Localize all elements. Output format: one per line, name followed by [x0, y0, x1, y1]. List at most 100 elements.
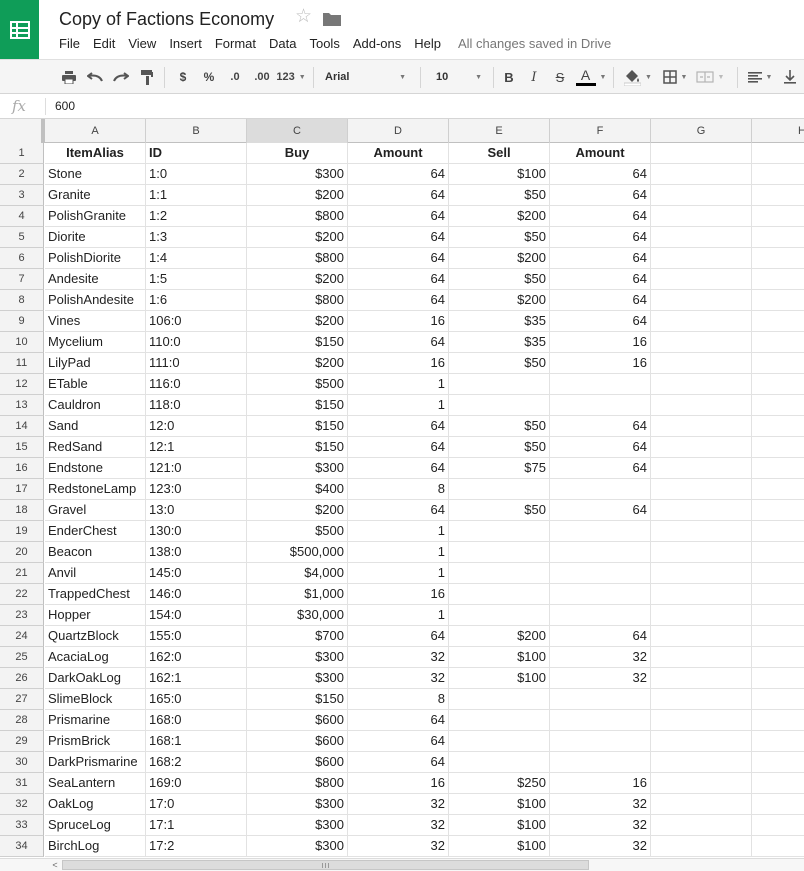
- cell-e4[interactable]: $200: [449, 206, 550, 227]
- cell-a13[interactable]: Cauldron: [45, 395, 146, 416]
- cell-e11[interactable]: $50: [449, 353, 550, 374]
- cell-e13[interactable]: [449, 395, 550, 416]
- row-header[interactable]: 28: [0, 710, 44, 731]
- cell-c1[interactable]: Buy: [247, 143, 348, 164]
- cell-a21[interactable]: Anvil: [45, 563, 146, 584]
- cell-b17[interactable]: 123:0: [146, 479, 247, 500]
- row-header[interactable]: 29: [0, 731, 44, 752]
- cell-f25[interactable]: 32: [550, 647, 651, 668]
- cell-c18[interactable]: $200: [247, 500, 348, 521]
- paint-format-button[interactable]: [138, 60, 156, 94]
- row-header[interactable]: 18: [0, 500, 44, 521]
- cell-g17[interactable]: [651, 479, 752, 500]
- row-header[interactable]: 22: [0, 584, 44, 605]
- cell-b11[interactable]: 111:0: [146, 353, 247, 374]
- row-header[interactable]: 20: [0, 542, 44, 563]
- cell-a24[interactable]: QuartzBlock: [45, 626, 146, 647]
- cell-h12[interactable]: [752, 374, 804, 395]
- menu-edit[interactable]: Edit: [93, 36, 115, 51]
- formula-input[interactable]: 600: [55, 99, 75, 113]
- cell-h9[interactable]: [752, 311, 804, 332]
- cell-g5[interactable]: [651, 227, 752, 248]
- cell-e26[interactable]: $100: [449, 668, 550, 689]
- cell-g33[interactable]: [651, 815, 752, 836]
- cell-g14[interactable]: [651, 416, 752, 437]
- menu-view[interactable]: View: [128, 36, 156, 51]
- cell-e19[interactable]: [449, 521, 550, 542]
- cell-b32[interactable]: 17:0: [146, 794, 247, 815]
- cell-a22[interactable]: TrappedChest: [45, 584, 146, 605]
- cell-f23[interactable]: [550, 605, 651, 626]
- row-header[interactable]: 7: [0, 269, 44, 290]
- cell-e23[interactable]: [449, 605, 550, 626]
- cell-d16[interactable]: 64: [348, 458, 449, 479]
- text-color-button[interactable]: A ▼: [575, 60, 606, 94]
- column-header-e[interactable]: E: [449, 119, 550, 143]
- cell-e12[interactable]: [449, 374, 550, 395]
- cell-f4[interactable]: 64: [550, 206, 651, 227]
- cell-g16[interactable]: [651, 458, 752, 479]
- cell-f14[interactable]: 64: [550, 416, 651, 437]
- cell-e25[interactable]: $100: [449, 647, 550, 668]
- cell-b33[interactable]: 17:1: [146, 815, 247, 836]
- cell-g34[interactable]: [651, 836, 752, 857]
- fill-color-button[interactable]: ▼: [622, 60, 654, 94]
- cell-c25[interactable]: $300: [247, 647, 348, 668]
- horizontal-scrollbar[interactable]: <: [0, 858, 804, 871]
- cell-e16[interactable]: $75: [449, 458, 550, 479]
- cell-c13[interactable]: $150: [247, 395, 348, 416]
- cell-f26[interactable]: 32: [550, 668, 651, 689]
- cell-g13[interactable]: [651, 395, 752, 416]
- cell-d5[interactable]: 64: [348, 227, 449, 248]
- menu-file[interactable]: File: [59, 36, 80, 51]
- cell-d34[interactable]: 32: [348, 836, 449, 857]
- row-header[interactable]: 34: [0, 836, 44, 857]
- cell-b20[interactable]: 138:0: [146, 542, 247, 563]
- cell-a10[interactable]: Mycelium: [45, 332, 146, 353]
- cell-g27[interactable]: [651, 689, 752, 710]
- cell-h30[interactable]: [752, 752, 804, 773]
- cell-b3[interactable]: 1:1: [146, 185, 247, 206]
- cell-b12[interactable]: 116:0: [146, 374, 247, 395]
- cell-c24[interactable]: $700: [247, 626, 348, 647]
- cell-h16[interactable]: [752, 458, 804, 479]
- cell-d22[interactable]: 16: [348, 584, 449, 605]
- cell-a16[interactable]: Endstone: [45, 458, 146, 479]
- row-header[interactable]: 25: [0, 647, 44, 668]
- row-header[interactable]: 13: [0, 395, 44, 416]
- column-header-b[interactable]: B: [146, 119, 247, 143]
- cell-e32[interactable]: $100: [449, 794, 550, 815]
- cell-a31[interactable]: SeaLantern: [45, 773, 146, 794]
- cell-a27[interactable]: SlimeBlock: [45, 689, 146, 710]
- cell-e22[interactable]: [449, 584, 550, 605]
- cell-e15[interactable]: $50: [449, 437, 550, 458]
- menu-help[interactable]: Help: [414, 36, 441, 51]
- cell-c22[interactable]: $1,000: [247, 584, 348, 605]
- cell-h25[interactable]: [752, 647, 804, 668]
- cell-c31[interactable]: $800: [247, 773, 348, 794]
- cell-c2[interactable]: $300: [247, 164, 348, 185]
- cell-f7[interactable]: 64: [550, 269, 651, 290]
- cell-f6[interactable]: 64: [550, 248, 651, 269]
- cell-h34[interactable]: [752, 836, 804, 857]
- cell-h1[interactable]: [752, 143, 804, 164]
- cell-e30[interactable]: [449, 752, 550, 773]
- cell-b25[interactable]: 162:0: [146, 647, 247, 668]
- cell-e7[interactable]: $50: [449, 269, 550, 290]
- cell-f20[interactable]: [550, 542, 651, 563]
- more-formats-button[interactable]: 123 ▼: [276, 60, 306, 94]
- cell-f8[interactable]: 64: [550, 290, 651, 311]
- cell-h13[interactable]: [752, 395, 804, 416]
- cell-b13[interactable]: 118:0: [146, 395, 247, 416]
- cell-d10[interactable]: 64: [348, 332, 449, 353]
- column-header-c[interactable]: C: [247, 119, 348, 143]
- cell-a34[interactable]: BirchLog: [45, 836, 146, 857]
- cell-d29[interactable]: 64: [348, 731, 449, 752]
- cell-d33[interactable]: 32: [348, 815, 449, 836]
- cell-a7[interactable]: Andesite: [45, 269, 146, 290]
- row-header[interactable]: 10: [0, 332, 44, 353]
- cell-b19[interactable]: 130:0: [146, 521, 247, 542]
- cell-g29[interactable]: [651, 731, 752, 752]
- cell-h5[interactable]: [752, 227, 804, 248]
- cell-g25[interactable]: [651, 647, 752, 668]
